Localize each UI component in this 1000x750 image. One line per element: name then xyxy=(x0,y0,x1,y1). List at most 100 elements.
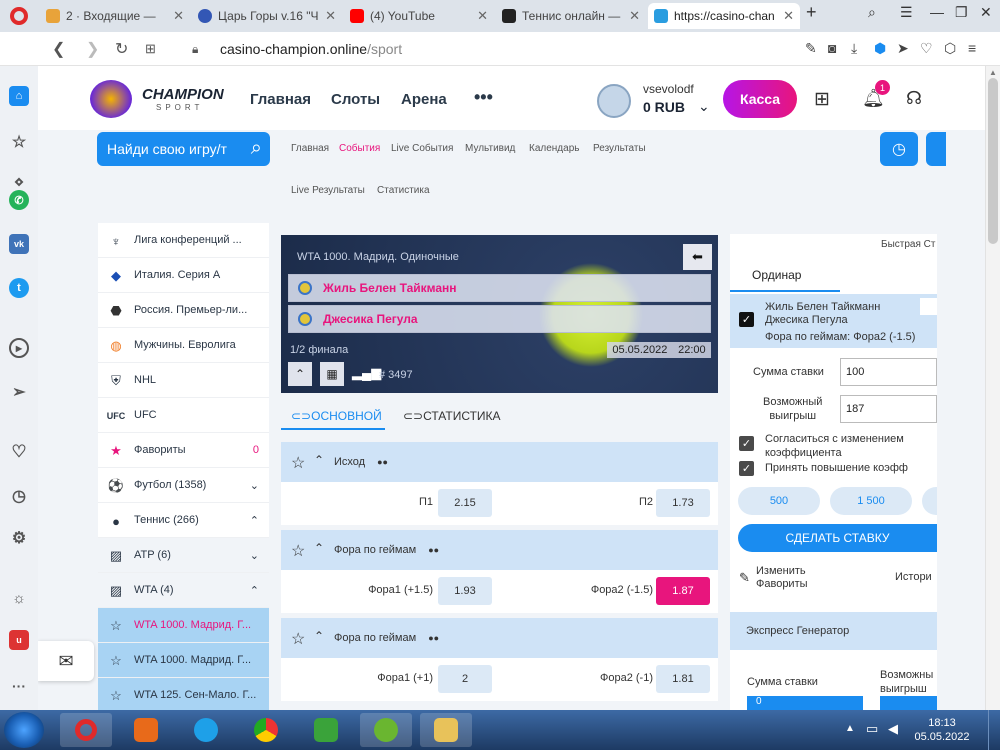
chevron-up-icon[interactable]: ⌃ xyxy=(250,584,259,597)
stats-bars-icon[interactable]: ▂▄▆ xyxy=(352,365,381,381)
show-desktop-button[interactable] xyxy=(988,710,1000,750)
send-icon[interactable]: ➤ xyxy=(897,40,909,57)
left-menu-item[interactable]: ● Теннис (266) ⌃ xyxy=(98,503,269,538)
place-bet-button[interactable]: СДЕЛАТЬ СТАВКУ xyxy=(738,524,937,552)
search-icon[interactable]: ⌕ xyxy=(251,137,262,160)
close-icon[interactable]: ✕ xyxy=(173,8,184,24)
sublink-live-events[interactable]: Live События xyxy=(391,143,453,154)
history-link[interactable]: Истори xyxy=(895,571,932,583)
team2-row[interactable]: Джесика Пегула xyxy=(288,305,711,333)
headset-icon[interactable]: ☊ xyxy=(906,88,922,109)
nav-home[interactable]: Главная xyxy=(250,91,311,108)
reload-icon[interactable]: ↻ xyxy=(115,39,128,59)
stats-icon[interactable]: ●● xyxy=(428,633,439,643)
start-button[interactable] xyxy=(4,712,44,748)
download-icon[interactable]: ⤓ xyxy=(851,40,857,57)
stake-input[interactable]: 100 xyxy=(840,358,937,386)
logo-icon[interactable] xyxy=(90,80,132,118)
taskbar-opera[interactable] xyxy=(60,713,112,747)
speed-dial-icon[interactable]: ⊞ xyxy=(145,41,156,57)
back-icon[interactable]: ❮ xyxy=(52,39,65,59)
lightbulb-icon[interactable]: ☼ xyxy=(9,588,29,608)
left-menu-item[interactable]: UFC UFC xyxy=(98,398,269,433)
sublink-events[interactable]: События xyxy=(339,143,380,154)
opera-logo[interactable] xyxy=(0,0,38,32)
left-menu-item[interactable]: ◆ Италия. Серия А xyxy=(98,258,269,293)
extra-button[interactable] xyxy=(926,132,946,166)
new-tab-button[interactable]: + xyxy=(806,2,817,23)
express-generator-header[interactable]: Экспресс Генератор xyxy=(730,612,937,650)
amount-1500-button[interactable]: 1 500 xyxy=(830,487,912,515)
back-arrow-button[interactable]: ⬅ xyxy=(683,244,712,270)
sublink-multiview[interactable]: Мультивид xyxy=(465,143,515,154)
scrollbar-thumb[interactable] xyxy=(988,78,998,244)
scroll-up-icon[interactable]: ▲ xyxy=(988,68,998,77)
stats-icon[interactable]: ●● xyxy=(377,457,388,467)
tab-inbox[interactable]: 2 · Входящие — ✕ xyxy=(40,3,190,29)
gift-icon[interactable]: ⊞ xyxy=(814,88,830,111)
nav-slots[interactable]: Слоты xyxy=(331,91,380,108)
right-odd-button[interactable]: 1.73 xyxy=(656,489,710,517)
balance[interactable]: 0 RUB xyxy=(643,99,685,115)
left-odd-button[interactable]: 2 xyxy=(438,665,492,693)
vertical-scrollbar[interactable]: ▲ xyxy=(985,66,1000,710)
remove-bet-button[interactable] xyxy=(920,298,937,315)
amount-more-button[interactable] xyxy=(922,487,937,515)
bet-checkbox[interactable]: ✓ xyxy=(739,312,754,327)
avatar[interactable] xyxy=(597,84,631,118)
quick-bet-label[interactable]: Быстрая Ст xyxy=(881,239,935,250)
sublink-statistics[interactable]: Статистика xyxy=(377,185,430,196)
ublock-icon[interactable]: u xyxy=(9,630,29,650)
left-menu-item[interactable]: ⬣ Россия. Премьер-ли... xyxy=(98,293,269,328)
close-icon[interactable]: ✕ xyxy=(783,8,794,24)
heart-icon[interactable]: ♡ xyxy=(920,40,933,57)
express-stake-input[interactable]: 0 xyxy=(747,696,863,710)
history-icon[interactable]: ◷ xyxy=(9,486,29,506)
tab-casino-champion[interactable]: https://casino-chan ✕ xyxy=(648,3,800,29)
stats-icon[interactable]: ●● xyxy=(428,545,439,555)
market-header[interactable]: ☆ ⌃ Фора по геймам ●● xyxy=(281,530,718,570)
twitter-icon[interactable]: t xyxy=(9,278,29,298)
edit-favorites-icon[interactable]: ✎ xyxy=(739,570,750,586)
sublink-home[interactable]: Главная xyxy=(291,143,329,154)
edit-favorites-link[interactable]: Изменить Фавориты xyxy=(756,565,808,591)
chat-button[interactable]: ✉ xyxy=(38,641,94,681)
vk-icon[interactable]: vk xyxy=(9,234,29,254)
maximize-icon[interactable]: ❐ xyxy=(955,4,968,21)
sublink-calendar[interactable]: Календарь xyxy=(529,143,579,154)
market-header[interactable]: ☆ ⌃ Фора по геймам ●● xyxy=(281,618,718,658)
settings-icon[interactable]: ⚙ xyxy=(9,528,29,548)
star-outline-icon[interactable]: ☆ xyxy=(291,629,305,649)
url-field[interactable]: casino-champion.online/sport xyxy=(220,41,402,57)
chevron-down-icon[interactable]: ⌄ xyxy=(698,98,710,115)
edit-icon[interactable]: ✎ xyxy=(805,40,817,57)
sublink-results[interactable]: Результаты xyxy=(593,143,646,154)
tab-menu-icon[interactable]: ☰ xyxy=(900,4,913,21)
left-menu-item[interactable]: ☆ WTA 1000. Мадрид. Г... xyxy=(98,608,269,643)
left-menu-item[interactable]: ☆ WTA 1000. Мадрид. Г... xyxy=(98,643,269,678)
chevron-down-icon[interactable]: ⌄ xyxy=(250,549,259,562)
more-icon[interactable]: ··· xyxy=(9,676,29,696)
whatsapp-icon[interactable]: ✆ xyxy=(9,190,29,210)
close-icon[interactable]: ✕ xyxy=(325,8,336,24)
search-tabs-icon[interactable]: ⌕ xyxy=(868,4,876,21)
taskbar-explorer[interactable] xyxy=(420,713,472,747)
team1-row[interactable]: Жиль Белен Тайкманн xyxy=(288,274,711,302)
volume-icon[interactable]: ◀ xyxy=(888,721,898,737)
left-menu-item[interactable]: ★ Фавориты 0 xyxy=(98,433,269,468)
home-icon[interactable]: ⌂ xyxy=(9,86,29,106)
taskbar-app[interactable] xyxy=(300,713,352,747)
player-icon[interactable]: ▶ xyxy=(9,338,29,358)
left-menu-item[interactable]: ◍ Мужчины. Евролига xyxy=(98,328,269,363)
camera-icon[interactable]: ◙ xyxy=(828,40,836,56)
tab-main[interactable]: ⊂⊃ОСНОВНОЙ xyxy=(291,409,382,423)
accept-checkbox[interactable]: ✓ xyxy=(739,461,754,476)
close-icon[interactable]: ✕ xyxy=(629,8,640,24)
collapse-button[interactable]: ⌃ xyxy=(288,362,312,386)
heart-icon[interactable]: ♡ xyxy=(9,442,29,462)
right-odd-button[interactable]: 1.87 xyxy=(656,577,710,605)
left-menu-item[interactable]: ⛨ NHL xyxy=(98,363,269,398)
left-menu-item[interactable]: ♆ Лига конференций ... xyxy=(98,223,269,258)
star-icon[interactable]: ☆ xyxy=(9,132,29,152)
nav-more[interactable]: ••• xyxy=(474,87,493,108)
